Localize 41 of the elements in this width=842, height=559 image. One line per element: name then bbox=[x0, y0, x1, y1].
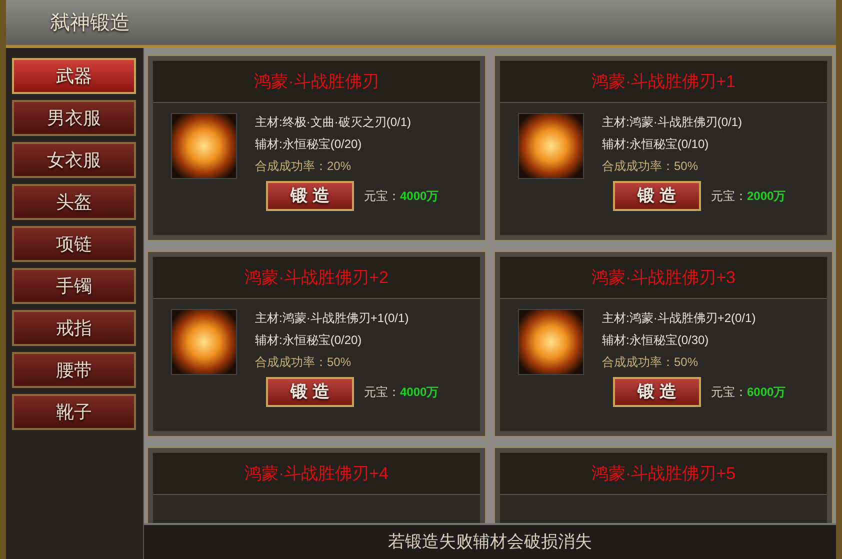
forge-button[interactable]: 锻 造 bbox=[613, 377, 701, 407]
forge-button[interactable]: 锻 造 bbox=[266, 377, 354, 407]
forge-button[interactable]: 锻 造 bbox=[266, 181, 354, 211]
recipe-title: 鸿蒙·斗战胜佛刃+4 bbox=[244, 462, 389, 485]
main-material-text: 主材:鸿蒙·斗战胜佛刃+1(0/1) bbox=[255, 310, 409, 327]
category-tab[interactable]: 头盔 bbox=[12, 184, 136, 220]
category-tab[interactable]: 手镯 bbox=[12, 268, 136, 304]
sub-material-text: 辅材:永恒秘宝(0/20) bbox=[255, 332, 363, 349]
category-tab[interactable]: 项链 bbox=[12, 226, 136, 262]
main-material-text: 主材:鸿蒙·斗战胜佛刃(0/1) bbox=[602, 114, 742, 131]
category-tab[interactable]: 女衣服 bbox=[12, 142, 136, 178]
category-tab[interactable]: 腰带 bbox=[12, 352, 136, 388]
recipe-title: 鸿蒙·斗战胜佛刃 bbox=[254, 70, 379, 93]
cost-label: 元宝： bbox=[711, 188, 747, 205]
cost-value: 6000万 bbox=[747, 384, 786, 401]
footer-note: 若锻造失败辅材会破损消失 bbox=[388, 531, 592, 554]
cost-value: 4000万 bbox=[400, 384, 439, 401]
cost-label: 元宝： bbox=[711, 384, 747, 401]
main-material-text: 主材:终极·文曲·破灭之刃(0/1) bbox=[255, 114, 411, 131]
recipe-title: 鸿蒙·斗战胜佛刃+5 bbox=[591, 462, 736, 485]
category-tab[interactable]: 戒指 bbox=[12, 310, 136, 346]
cost-label: 元宝： bbox=[364, 384, 400, 401]
sub-material-text: 辅材:永恒秘宝(0/30) bbox=[602, 332, 710, 349]
success-rate-text: 合成成功率：20% bbox=[255, 158, 352, 175]
success-rate-text: 合成成功率：50% bbox=[602, 158, 700, 175]
cost-value: 4000万 bbox=[400, 188, 439, 205]
success-rate-text: 合成成功率：50% bbox=[255, 354, 352, 371]
sub-material-text: 辅材:永恒秘宝(0/20) bbox=[255, 136, 363, 153]
recipe-title: 鸿蒙·斗战胜佛刃+1 bbox=[591, 70, 736, 93]
cost-label: 元宝： bbox=[364, 188, 400, 205]
sub-material-text: 辅材:永恒秘宝(0/10) bbox=[602, 136, 710, 153]
main-material-text: 主材:鸿蒙·斗战胜佛刃+2(0/1) bbox=[602, 310, 756, 327]
recipe-title: 鸿蒙·斗战胜佛刃+3 bbox=[591, 266, 736, 289]
window-title: 弑神锻造 bbox=[50, 10, 130, 36]
category-tab[interactable]: 男衣服 bbox=[12, 100, 136, 136]
recipe-title: 鸿蒙·斗战胜佛刃+2 bbox=[244, 266, 389, 289]
category-tab[interactable]: 靴子 bbox=[12, 394, 136, 430]
cost-value: 2000万 bbox=[747, 188, 786, 205]
forge-button[interactable]: 锻 造 bbox=[613, 181, 701, 211]
success-rate-text: 合成成功率：50% bbox=[602, 354, 700, 371]
category-tab[interactable]: 武器 bbox=[12, 58, 136, 94]
